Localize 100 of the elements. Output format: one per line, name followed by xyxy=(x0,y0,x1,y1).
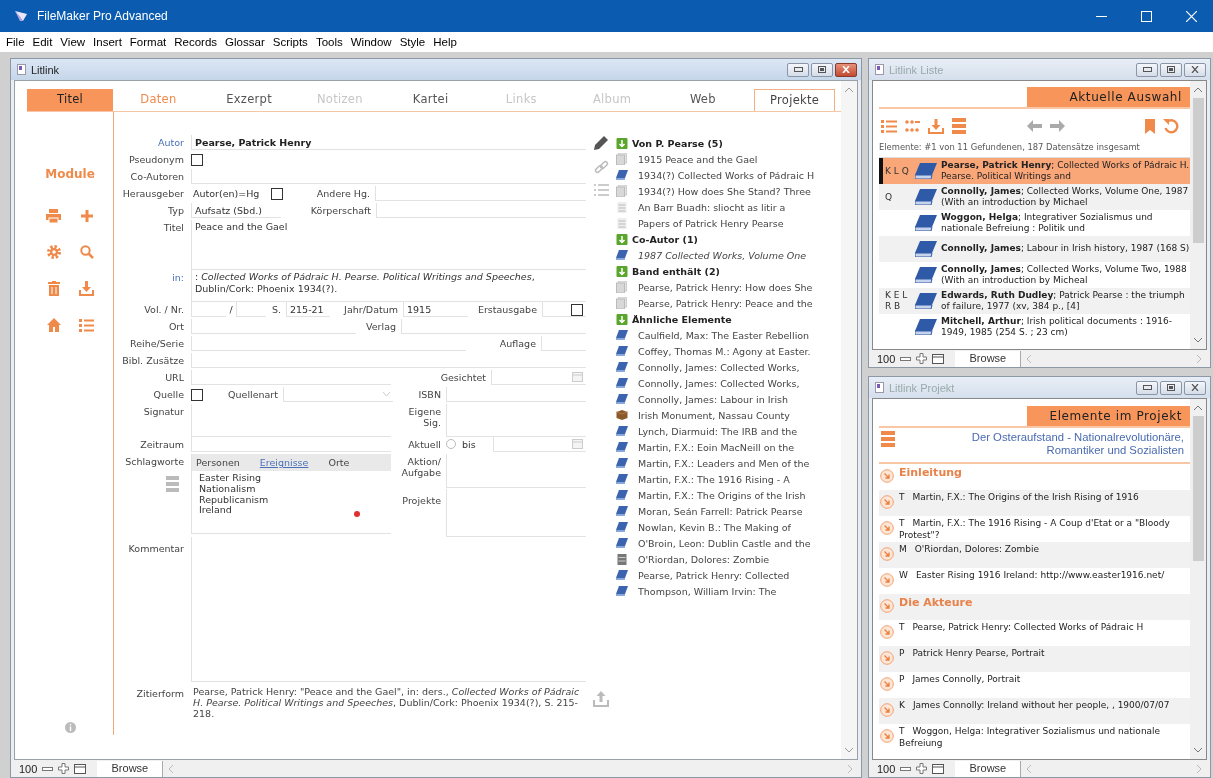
go-to-icon[interactable] xyxy=(880,573,894,587)
project-row[interactable]: M O'Riordan, Dolores: Zombie xyxy=(879,542,1190,568)
download-icon[interactable] xyxy=(928,118,944,134)
go-to-icon[interactable] xyxy=(880,521,894,535)
expand-icon[interactable] xyxy=(616,233,628,245)
text-field[interactable] xyxy=(191,169,586,184)
text-field[interactable]: 215-21 xyxy=(286,302,330,317)
link-icon[interactable] xyxy=(594,160,609,175)
related-item[interactable]: O'Riordan, Dolores: Zombie xyxy=(638,553,770,565)
zoom-level[interactable]: 100 xyxy=(19,762,38,775)
checkbox[interactable] xyxy=(571,304,583,316)
go-to-icon[interactable] xyxy=(880,651,894,665)
related-item[interactable]: Connolly, James: Collected Works, xyxy=(638,377,800,389)
text-area[interactable]: : Collected Works of Pádraic H. Pearse. Political Writings and Speeches, Dublin/Cork: Phoenix 1934(?). xyxy=(191,270,586,302)
expand-icon[interactable] xyxy=(616,137,628,149)
dropdown[interactable] xyxy=(283,387,393,402)
close-button[interactable] xyxy=(1184,62,1206,77)
dot-list-icon[interactable] xyxy=(905,119,920,133)
tab[interactable]: Projekte xyxy=(754,89,835,111)
text-field[interactable]: Pearse, Patrick Henry xyxy=(191,135,586,150)
list-icon[interactable] xyxy=(79,318,94,332)
menu-item[interactable]: View xyxy=(60,36,86,48)
menu-item[interactable]: Records xyxy=(174,36,218,48)
list-row[interactable]: K L Q Pearse, Patrick Henry; Collected Works of Pádraic H. Pearse. Political Writings and xyxy=(879,158,1190,184)
home-icon[interactable] xyxy=(46,318,61,332)
restore-button[interactable] xyxy=(1160,380,1182,395)
text-field[interactable] xyxy=(191,302,226,317)
minimize-button[interactable] xyxy=(787,62,809,77)
bookmark-icon[interactable] xyxy=(1145,118,1155,134)
zoom-level[interactable]: 100 xyxy=(877,352,896,365)
checkbox[interactable] xyxy=(191,154,203,166)
layout-icon[interactable] xyxy=(932,353,945,364)
list-icon[interactable] xyxy=(594,184,609,197)
tab[interactable]: Exzerpt xyxy=(209,89,289,111)
scroll-up-icon[interactable] xyxy=(1194,405,1202,410)
keyword-tab[interactable]: Orte xyxy=(328,457,350,468)
mode-tab[interactable]: Browse xyxy=(955,350,1022,367)
list-row[interactable]: Connolly, James; Labour in Irish history, 1987 (168 S) xyxy=(879,236,1190,262)
go-to-icon[interactable] xyxy=(880,547,894,561)
minimize-button[interactable] xyxy=(1136,62,1158,77)
scroll-right-icon[interactable] xyxy=(1197,764,1202,773)
print-icon[interactable] xyxy=(46,209,61,223)
settings-icon[interactable] xyxy=(46,245,61,259)
related-item[interactable]: Thompson, William Irvin: The xyxy=(638,585,777,597)
related-item[interactable]: Pearse, Patrick Henry: How does She xyxy=(638,281,813,293)
text-field[interactable] xyxy=(375,186,586,201)
date-field[interactable] xyxy=(491,370,586,385)
forward-arrow-icon[interactable] xyxy=(1050,120,1065,132)
menu-item[interactable]: Glossar xyxy=(225,36,265,48)
text-area[interactable]: Peace and the Gael xyxy=(191,220,586,270)
scroll-down-icon[interactable] xyxy=(1194,748,1202,753)
scrollbar[interactable] xyxy=(841,81,857,759)
text-field[interactable] xyxy=(401,319,586,334)
related-item[interactable]: Nowlan, Kevin B.: The Making of xyxy=(638,521,791,533)
search-icon[interactable] xyxy=(79,245,94,259)
close-button[interactable] xyxy=(1184,380,1206,395)
tab[interactable]: Titel xyxy=(27,89,113,111)
related-item[interactable]: Martin, F.X.: The Origins of the Irish xyxy=(638,489,806,501)
go-to-icon[interactable] xyxy=(880,729,894,743)
layout-icon[interactable] xyxy=(932,763,945,774)
menu-item[interactable]: File xyxy=(6,36,25,48)
text-field[interactable] xyxy=(236,302,266,317)
list-icon[interactable] xyxy=(881,119,897,133)
tab[interactable]: Kartei xyxy=(391,89,470,111)
menu-item[interactable]: Style xyxy=(399,36,426,48)
related-item[interactable]: Lynch, Diarmuid: The IRB and the xyxy=(638,425,798,437)
text-area[interactable] xyxy=(446,454,586,488)
refresh-icon[interactable] xyxy=(1163,118,1179,134)
related-item[interactable]: Martin, F.X.: Leaders and Men of the xyxy=(638,457,810,469)
project-row[interactable]: K James Connolly: Ireland without her people, , 1900/07/07 xyxy=(879,698,1190,724)
related-item[interactable]: An Barr Buadh: sliocht as litir a xyxy=(638,201,786,213)
related-item[interactable]: 1987 Collected Works, Volume One xyxy=(638,249,807,261)
calendar-icon[interactable] xyxy=(572,439,583,449)
zoom-in-icon[interactable] xyxy=(916,353,928,364)
related-item[interactable]: Caulfield, Max: The Easter Rebellion xyxy=(638,329,810,341)
scroll-thumb[interactable] xyxy=(1192,98,1204,243)
scroll-down-icon[interactable] xyxy=(1194,338,1202,343)
related-item[interactable]: Pearse, Patrick Henry: Peace and the xyxy=(638,297,813,309)
menu-item[interactable]: Tools xyxy=(315,36,343,48)
menu-item[interactable]: Scripts xyxy=(272,36,308,48)
menu-item[interactable]: Edit xyxy=(32,36,53,48)
go-to-icon[interactable] xyxy=(880,469,894,483)
scroll-thumb[interactable] xyxy=(1192,416,1204,561)
text-field[interactable] xyxy=(191,370,391,385)
restore-button[interactable] xyxy=(1160,62,1182,77)
checkbox[interactable] xyxy=(191,389,203,401)
mode-tab[interactable]: Browse xyxy=(97,760,164,777)
info-icon[interactable] xyxy=(64,722,76,733)
scroll-right-icon[interactable] xyxy=(1197,354,1202,363)
expand-icon[interactable] xyxy=(616,313,628,325)
stack-icon[interactable] xyxy=(952,118,966,134)
keyword-tab[interactable]: Ereignisse xyxy=(259,457,309,468)
text-area[interactable] xyxy=(446,489,586,537)
go-to-icon[interactable] xyxy=(880,495,894,509)
field-label[interactable]: in: xyxy=(114,270,191,285)
stack-icon[interactable] xyxy=(881,431,895,447)
scroll-left-icon[interactable] xyxy=(1026,354,1032,363)
scroll-left-icon[interactable] xyxy=(1026,764,1032,773)
text-field[interactable] xyxy=(191,319,356,334)
menu-item[interactable]: Format xyxy=(129,36,167,48)
